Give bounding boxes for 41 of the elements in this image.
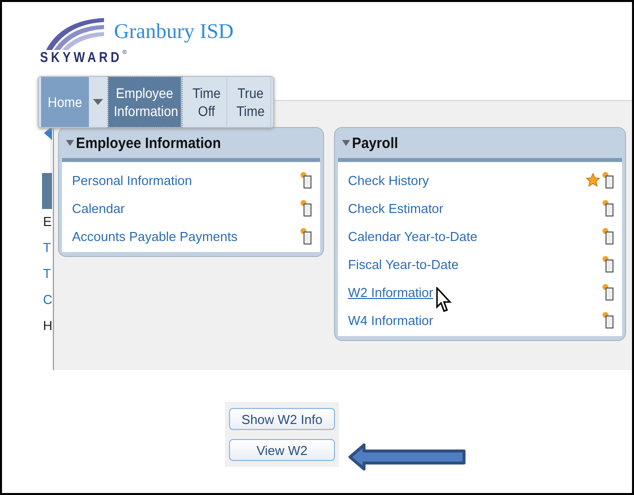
sidebar-item[interactable]: E bbox=[42, 209, 52, 235]
add-shortcut-icon[interactable] bbox=[602, 283, 614, 301]
pointer-arrow-icon bbox=[348, 443, 466, 471]
add-shortcut-icon[interactable] bbox=[300, 199, 312, 217]
menu-link[interactable]: Check History bbox=[348, 172, 429, 188]
panel-title: Employee Information bbox=[76, 134, 221, 152]
nav-tab[interactable]: True Time bbox=[230, 77, 272, 127]
collapse-triangle-icon[interactable] bbox=[342, 140, 350, 146]
add-shortcut-icon[interactable] bbox=[602, 311, 614, 329]
sidebar-header bbox=[42, 173, 52, 209]
add-shortcut-icon[interactable] bbox=[602, 255, 614, 273]
menu-link[interactable]: Calendar bbox=[72, 200, 125, 216]
collapse-arrow-icon[interactable] bbox=[44, 126, 52, 140]
star-icon[interactable] bbox=[586, 173, 600, 187]
nav-tab[interactable]: Employee Information bbox=[108, 77, 182, 127]
action-button[interactable]: View W2 bbox=[229, 439, 335, 461]
action-button[interactable]: Show W2 Info bbox=[229, 408, 335, 430]
home-tab[interactable]: Home bbox=[41, 77, 89, 127]
menu-link[interactable]: Accounts Payable Payments bbox=[72, 228, 238, 244]
add-shortcut-icon[interactable] bbox=[602, 227, 614, 245]
add-shortcut-icon[interactable] bbox=[300, 227, 312, 245]
menu-link[interactable]: Check Estimator bbox=[348, 200, 444, 216]
collapse-triangle-icon[interactable] bbox=[66, 140, 74, 146]
add-shortcut-icon[interactable] bbox=[602, 199, 614, 217]
menu-link[interactable]: Calendar Year-to-Date bbox=[348, 228, 478, 244]
menu-link[interactable]: W4 Informatior bbox=[348, 312, 434, 328]
sidebar-item[interactable]: H bbox=[42, 313, 52, 339]
district-name: Granbury ISD bbox=[114, 19, 234, 44]
dropdown-caret-icon[interactable] bbox=[93, 98, 103, 106]
panel-title: Payroll bbox=[352, 134, 398, 152]
sidebar-item[interactable]: T bbox=[42, 235, 52, 261]
add-shortcut-icon[interactable] bbox=[602, 171, 614, 189]
logo-text: SKYWARD bbox=[40, 48, 122, 66]
menu-link[interactable]: Personal Information bbox=[72, 172, 192, 188]
mouse-cursor-icon bbox=[436, 287, 452, 313]
add-shortcut-icon[interactable] bbox=[300, 171, 312, 189]
menu-link[interactable]: W2 Informatior bbox=[348, 284, 434, 300]
nav-tab[interactable]: Time Off bbox=[186, 77, 228, 127]
menu-link[interactable]: Fiscal Year-to-Date bbox=[348, 256, 459, 272]
sidebar-item[interactable]: T bbox=[42, 261, 52, 287]
sidebar-item[interactable]: C bbox=[42, 287, 52, 313]
